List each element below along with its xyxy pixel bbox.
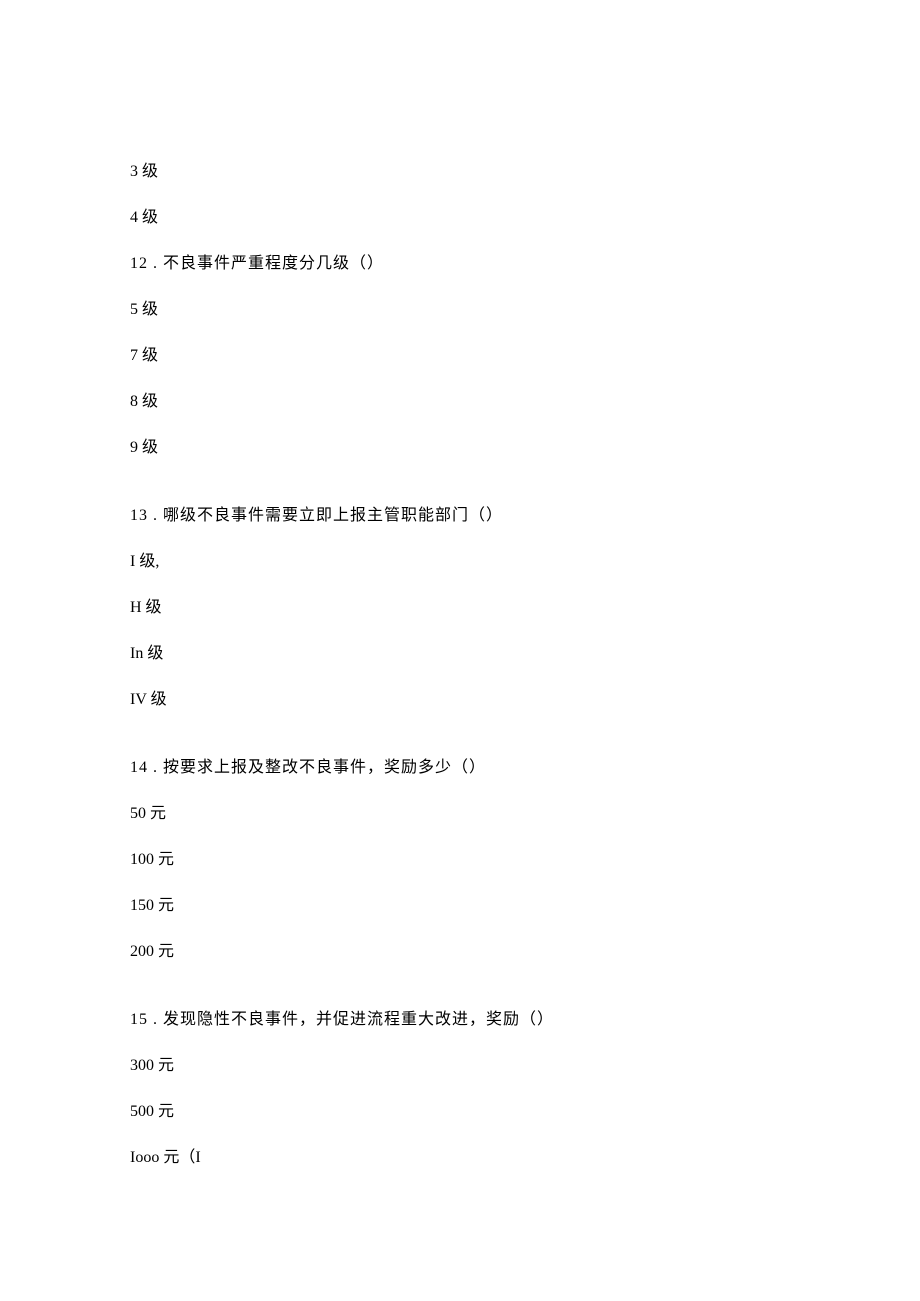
text-line: 100 元 bbox=[130, 848, 790, 872]
text-line: In 级 bbox=[130, 642, 790, 666]
question-line: 12 . 不良事件严重程度分几级（） bbox=[130, 252, 790, 276]
text-line: 8 级 bbox=[130, 390, 790, 414]
text-line: 5 级 bbox=[130, 298, 790, 322]
text-line: Iooo 元（I bbox=[130, 1146, 790, 1170]
document-page: 3 级 4 级 12 . 不良事件严重程度分几级（） 5 级 7 级 8 级 9… bbox=[130, 160, 790, 1170]
text-line: 150 元 bbox=[130, 894, 790, 918]
text-line: 9 级 bbox=[130, 436, 790, 460]
text-line: 200 元 bbox=[130, 940, 790, 964]
text-line: 50 元 bbox=[130, 802, 790, 826]
text-line: H 级 bbox=[130, 596, 790, 620]
text-line: IV 级 bbox=[130, 688, 790, 712]
question-line: 14 . 按要求上报及整改不良事件，奖励多少（） bbox=[130, 756, 790, 780]
text-line: 300 元 bbox=[130, 1054, 790, 1078]
text-line: 3 级 bbox=[130, 160, 790, 184]
text-line: I 级, bbox=[130, 550, 790, 574]
question-line: 13 . 哪级不良事件需要立即上报主管职能部门（） bbox=[130, 504, 790, 528]
text-line: 4 级 bbox=[130, 206, 790, 230]
text-line: 500 元 bbox=[130, 1100, 790, 1124]
text-line: 7 级 bbox=[130, 344, 790, 368]
question-line: 15 . 发现隐性不良事件，并促进流程重大改进，奖励（） bbox=[130, 1008, 790, 1032]
